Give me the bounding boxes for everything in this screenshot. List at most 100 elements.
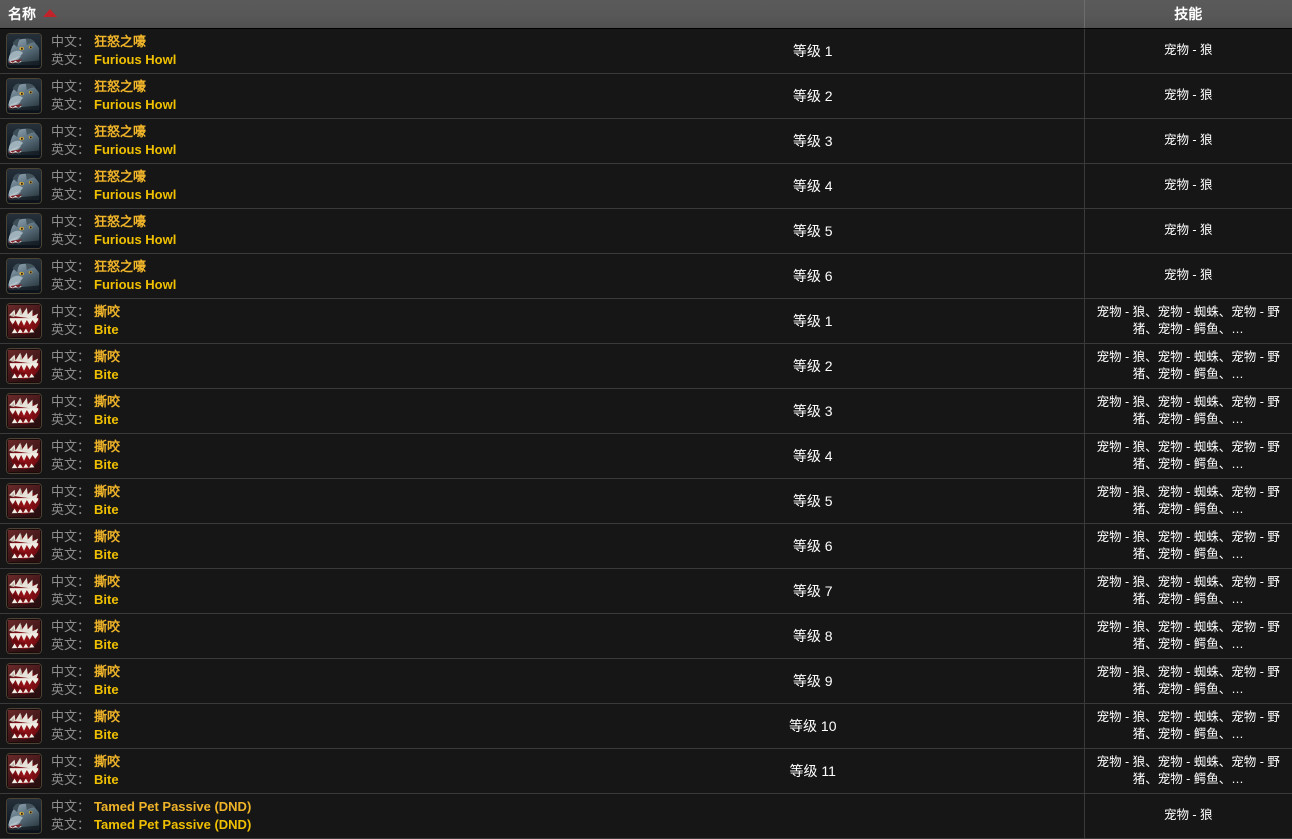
table-row[interactable]: 中文： 狂怒之嚎 英文： Furious Howl 等级 4 宠物 - 狼 — [0, 163, 1292, 209]
sort-ascending-icon[interactable] — [43, 8, 57, 17]
spell-name-chinese-value[interactable]: 撕咬 — [94, 529, 120, 544]
english-label: 英文： — [51, 636, 91, 652]
spell-name-english-value[interactable]: Bite — [94, 772, 119, 787]
spell-name-chinese-value[interactable]: 狂怒之嚎 — [94, 34, 146, 49]
spell-name-english-value[interactable]: Bite — [94, 367, 119, 382]
cell-spell-name: 中文： 撕咬 英文： Bite — [0, 613, 542, 659]
cell-skill-line: 宠物 - 狼、宠物 - 蜘蛛、宠物 - 野猪、宠物 - 鳄鱼、… — [1084, 658, 1292, 704]
spell-name-chinese-value[interactable]: 撕咬 — [94, 619, 120, 634]
chinese-label: 中文： — [51, 213, 91, 229]
table-row[interactable]: 中文： 撕咬 英文： Bite 等级 6 宠物 - 狼、宠物 - 蜘蛛、宠物 - 野猪、宠… — [0, 523, 1292, 569]
english-label: 英文： — [51, 231, 91, 247]
wolf-icon — [6, 797, 42, 834]
spell-name-chinese-value[interactable]: Tamed Pet Passive (DND) — [94, 799, 251, 814]
spell-name-chinese-value[interactable]: 狂怒之嚎 — [94, 259, 146, 274]
spell-name-english-value[interactable]: Bite — [94, 457, 119, 472]
english-label: 英文： — [51, 186, 91, 202]
spell-name-chinese-line: 中文： 撕咬 — [51, 348, 120, 366]
spell-name-chinese-value[interactable]: 撕咬 — [94, 439, 120, 454]
spell-name-block: 中文： 狂怒之嚎 英文： Furious Howl — [51, 33, 176, 69]
chinese-label: 中文： — [51, 573, 91, 589]
cell-rank: 等级 8 — [542, 613, 1085, 659]
spell-name-block: 中文： 狂怒之嚎 英文： Furious Howl — [51, 78, 176, 114]
spell-name-english-value[interactable]: Bite — [94, 502, 119, 517]
spell-name-english-value[interactable]: Bite — [94, 547, 119, 562]
spell-name-english-line: 英文： Bite — [51, 411, 120, 429]
spell-name-english-line: 英文： Furious Howl — [51, 141, 176, 159]
spell-name-english-line: 英文： Bite — [51, 366, 120, 384]
table-row[interactable]: 中文： 撕咬 英文： Bite 等级 7 宠物 - 狼、宠物 - 蜘蛛、宠物 - 野猪、宠… — [0, 568, 1292, 614]
cell-spell-name: 中文： 撕咬 英文： Bite — [0, 478, 542, 524]
spell-name-chinese-line: 中文： 狂怒之嚎 — [51, 123, 176, 141]
table-row[interactable]: 中文： 狂怒之嚎 英文： Furious Howl 等级 2 宠物 - 狼 — [0, 73, 1292, 119]
table-row[interactable]: 中文： 撕咬 英文： Bite 等级 10 宠物 - 狼、宠物 - 蜘蛛、宠物 - 野猪、… — [0, 703, 1292, 749]
spell-name-chinese-value[interactable]: 撕咬 — [94, 574, 120, 589]
table-row[interactable]: 中文： 撕咬英文： Bite 等级 9 宠物 - 狼、宠物 - 蜘蛛、宠物 - 野猪、宠… — [0, 658, 1292, 704]
table-row[interactable]: 中文： 狂怒之嚎 英文： Furious Howl 等级 6 宠物 - 狼 — [0, 253, 1292, 299]
cell-skill-line: 宠物 - 狼、宠物 - 蜘蛛、宠物 - 野猪、宠物 - 鳄鱼、… — [1084, 478, 1292, 524]
cell-rank: 等级 4 — [542, 433, 1085, 479]
spell-name-chinese-value[interactable]: 撕咬 — [94, 709, 120, 724]
spell-name-block: 中文： 撕咬英文： Bite — [51, 663, 120, 699]
spell-name-english-value[interactable]: Bite — [94, 322, 119, 337]
spell-name-english-value[interactable]: Bite — [94, 682, 119, 697]
spell-name-english-value[interactable]: Tamed Pet Passive (DND) — [94, 817, 251, 832]
column-header-skill[interactable]: 技能 — [1084, 0, 1292, 29]
spell-name-english-value[interactable]: Bite — [94, 412, 119, 427]
spell-name-english-value[interactable]: Furious Howl — [94, 187, 176, 202]
chinese-label: 中文： — [51, 438, 91, 454]
spell-name-chinese-value[interactable]: 狂怒之嚎 — [94, 214, 146, 229]
spell-name-chinese-value[interactable]: 撕咬 — [94, 664, 120, 679]
cell-spell-name: 中文： Tamed Pet Passive (DND) 英文： Tamed Pet P… — [0, 793, 542, 839]
spell-name-chinese-value[interactable]: 撕咬 — [94, 394, 120, 409]
table-row[interactable]: 中文： 撕咬 英文： Bite 等级 2 宠物 - 狼、宠物 - 蜘蛛、宠物 - 野猪、宠… — [0, 343, 1292, 389]
spell-name-english-line: 英文： Furious Howl — [51, 231, 176, 249]
bite-icon — [6, 572, 42, 609]
spell-name-chinese-value[interactable]: 狂怒之嚎 — [94, 169, 146, 184]
table-row[interactable]: 中文： 撕咬 英文： Bite 等级 11 宠物 - 狼、宠物 - 蜘蛛、宠物 - 野猪、… — [0, 748, 1292, 794]
cell-spell-name: 中文： 撕咬 英文： Bite — [0, 748, 542, 794]
table-row[interactable]: 中文： 撕咬 英文： Bite 等级 8 宠物 - 狼、宠物 - 蜘蛛、宠物 - 野猪、宠… — [0, 613, 1292, 659]
cell-rank: 等级 9 — [542, 658, 1085, 704]
spell-name-chinese-value[interactable]: 狂怒之嚎 — [94, 124, 146, 139]
table-row[interactable]: 中文： 撕咬 英文： Bite 等级 1 宠物 - 狼、宠物 - 蜘蛛、宠物 - 野猪、宠… — [0, 298, 1292, 344]
table-row[interactable]: 中文： 撕咬 英文： Bite 等级 3 宠物 - 狼、宠物 - 蜘蛛、宠物 - 野猪、宠… — [0, 388, 1292, 434]
column-header-name[interactable]: 名称 — [0, 0, 1085, 29]
spell-name-chinese-value[interactable]: 撕咬 — [94, 484, 120, 499]
english-label: 英文： — [51, 771, 91, 787]
column-header-skill-label: 技能 — [1174, 5, 1203, 22]
spell-name-block: 中文： 狂怒之嚎 英文： Furious Howl — [51, 123, 176, 159]
bite-icon — [6, 707, 42, 744]
table-row[interactable]: 中文： 撕咬 英文： Bite 等级 4 宠物 - 狼、宠物 - 蜘蛛、宠物 - 野猪、宠… — [0, 433, 1292, 479]
cell-skill-line: 宠物 - 狼、宠物 - 蜘蛛、宠物 - 野猪、宠物 - 鳄鱼、… — [1084, 613, 1292, 659]
spell-name-english-value[interactable]: Furious Howl — [94, 97, 176, 112]
bite-icon — [6, 482, 42, 519]
spell-name-english-line: 英文： Bite — [51, 681, 120, 699]
spell-name-block: 中文： 撕咬 英文： Bite — [51, 708, 120, 744]
table-row[interactable]: 中文： 狂怒之嚎 英文： Furious Howl 等级 3 宠物 - 狼 — [0, 118, 1292, 164]
spell-name-english-value[interactable]: Furious Howl — [94, 232, 176, 247]
spell-name-english-value[interactable]: Bite — [94, 637, 119, 652]
table-row[interactable]: 中文： Tamed Pet Passive (DND) 英文： Tamed Pet P… — [0, 793, 1292, 839]
bite-icon — [6, 437, 42, 474]
chinese-label: 中文： — [51, 663, 91, 679]
spell-name-block: 中文： 撕咬 英文： Bite — [51, 348, 120, 384]
cell-rank: 等级 7 — [542, 568, 1085, 614]
spell-name-english-value[interactable]: Furious Howl — [94, 142, 176, 157]
table-row[interactable]: 中文： 狂怒之嚎 英文： Furious Howl 等级 1 宠物 - 狼 — [0, 28, 1292, 74]
spell-name-chinese-line: 中文： 撕咬 — [51, 528, 120, 546]
cell-rank: 等级 3 — [542, 388, 1085, 434]
spell-name-chinese-value[interactable]: 撕咬 — [94, 304, 120, 319]
table-row[interactable]: 中文： 撕咬 英文： Bite 等级 5 宠物 - 狼、宠物 - 蜘蛛、宠物 - 野猪、宠… — [0, 478, 1292, 524]
cell-skill-line: 宠物 - 狼、宠物 - 蜘蛛、宠物 - 野猪、宠物 - 鳄鱼、… — [1084, 388, 1292, 434]
table-row[interactable]: 中文： 狂怒之嚎 英文： Furious Howl 等级 5 宠物 - 狼 — [0, 208, 1292, 254]
spell-name-english-value[interactable]: Furious Howl — [94, 52, 176, 67]
bite-icon — [6, 302, 42, 339]
spell-name-english-value[interactable]: Bite — [94, 592, 119, 607]
spell-name-english-value[interactable]: Bite — [94, 727, 119, 742]
spell-name-chinese-value[interactable]: 狂怒之嚎 — [94, 79, 146, 94]
spell-name-chinese-line: 中文： 狂怒之嚎 — [51, 78, 176, 96]
spell-name-chinese-value[interactable]: 撕咬 — [94, 349, 120, 364]
spell-name-chinese-value[interactable]: 撕咬 — [94, 754, 120, 769]
spell-name-english-value[interactable]: Furious Howl — [94, 277, 176, 292]
